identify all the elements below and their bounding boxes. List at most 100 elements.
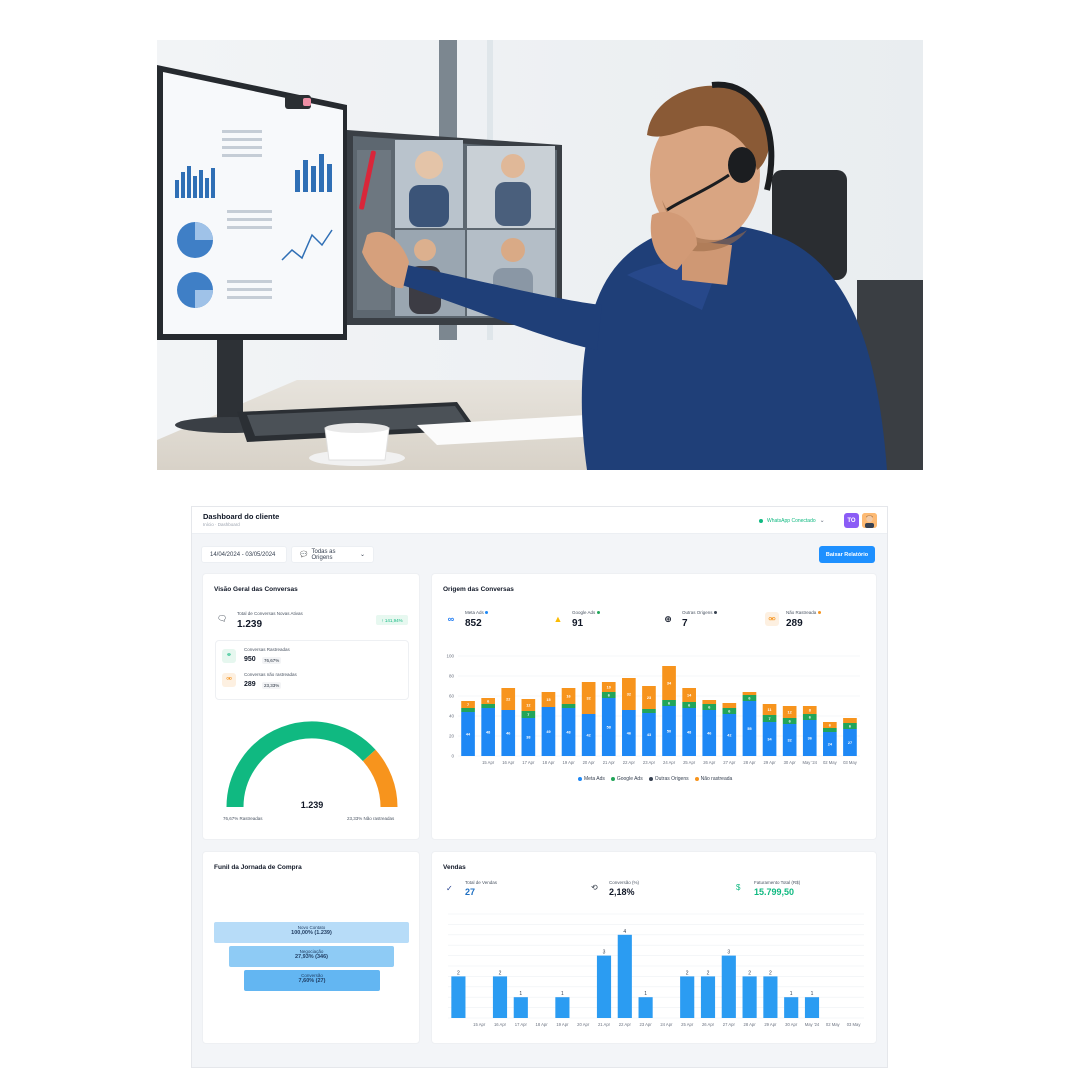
legend-swatch-icon — [648, 776, 653, 781]
chevron-down-icon: ⌄ — [819, 518, 825, 524]
bar-data-label: 6 — [708, 706, 710, 710]
x-tick-label: May '24 — [802, 760, 817, 765]
origin-label: Não Rastreada — [786, 610, 821, 615]
x-tick-label: 26 Apr — [702, 1022, 715, 1027]
origin-value: 7 — [682, 618, 688, 629]
x-tick-label: 30 Apr — [785, 1022, 798, 1027]
funnel-stage-new-contact[interactable]: Novo Contato 100,00% (1.239) — [214, 922, 409, 943]
legend-item[interactable]: Não rastreada — [694, 776, 732, 782]
globe-icon: ⊕ — [664, 614, 672, 624]
date-range-picker[interactable]: 14/04/2024 - 03/05/2024 — [201, 546, 287, 563]
revenue-label: Faturamento Total (R$) — [754, 880, 801, 885]
sales-bar — [680, 976, 695, 1018]
origin-select-value: Todas as Origens — [311, 548, 336, 561]
sales-bar — [555, 997, 570, 1018]
bar-data-label: 1 — [519, 991, 522, 997]
bar-data-label: 49 — [546, 730, 550, 734]
bar-data-label: 38 — [526, 736, 530, 740]
series-dot-icon — [817, 611, 821, 615]
gauge-tracked-arc — [226, 721, 376, 808]
bar-data-label: 6 — [829, 724, 831, 728]
legend-item[interactable]: Google Ads — [610, 776, 643, 782]
tracking-breakdown: ⚭ Conversas Rastreadas 950 76,67% ⚮ Conv… — [215, 640, 409, 700]
tracked-value: 950 — [244, 656, 256, 663]
x-tick-label: 03 May — [843, 760, 858, 765]
chat-icon: 💬 — [300, 552, 308, 558]
tracked-percentage: 76,67% — [262, 657, 282, 664]
top-bar: Dashboard do cliente Início · Dashboard … — [192, 507, 887, 534]
breadcrumb[interactable]: Início · Dashboard — [203, 522, 240, 527]
y-tick-label: 0 — [451, 754, 454, 759]
chevron-down-icon: ⌄ — [359, 552, 365, 558]
bar-data-label: 6 — [608, 694, 610, 698]
x-tick-label: 02 May — [826, 1022, 841, 1027]
x-tick-label: 26 Apr — [703, 760, 716, 765]
whatsapp-status[interactable]: WhatsApp Conectado ⌄ — [759, 517, 825, 524]
bar-data-label: 1 — [644, 991, 647, 997]
series-dot-icon — [713, 611, 717, 615]
x-tick-label: 17 Apr — [515, 1022, 528, 1027]
bar-data-label: 55 — [747, 727, 751, 731]
bar-data-label: 27 — [848, 741, 852, 745]
sales-bar — [513, 997, 528, 1018]
untracked-bar — [843, 718, 857, 723]
bar-data-label: 32 — [788, 739, 792, 743]
sales-bar — [721, 955, 736, 1018]
download-report-button[interactable]: Baixar Relatório — [819, 546, 875, 563]
avatar[interactable] — [862, 513, 877, 528]
legend-item[interactable]: Meta Ads — [578, 776, 605, 782]
bar-data-label: 2 — [707, 970, 710, 976]
x-tick-label: 19 Apr — [562, 760, 575, 765]
legend-item[interactable]: Outras Origens — [648, 776, 689, 782]
origin-label: Meta Ads — [465, 610, 489, 615]
bar-data-label: 58 — [607, 726, 611, 730]
y-tick-label: 80 — [449, 674, 455, 679]
x-tick-label: 23 Apr — [640, 1022, 653, 1027]
funnel-stage-value: 7,60% (27) — [298, 978, 326, 984]
origins-stacked-chart: 0204060801004474864622387124915481642325… — [446, 654, 860, 765]
bar-data-label: 10 — [607, 686, 611, 690]
untracked-bar — [722, 703, 737, 708]
bar-data-label: 16 — [566, 695, 570, 699]
x-tick-label: 20 Apr — [583, 760, 596, 765]
x-tick-label: 25 Apr — [681, 1022, 694, 1027]
x-tick-label: 28 Apr — [743, 760, 756, 765]
whatsapp-status-label: WhatsApp Conectado — [767, 517, 816, 524]
legend-swatch-icon — [694, 776, 699, 781]
tracked-label: Conversas Rastreadas — [244, 647, 290, 652]
total-sales-label: Total de Vendas — [465, 880, 498, 885]
bar-data-label: 6 — [688, 704, 690, 708]
sales-bar — [804, 997, 820, 1018]
legend-swatch-icon — [610, 776, 615, 781]
funnel-stage-conversion[interactable]: Conversão 7,60% (27) — [244, 970, 380, 991]
sales-bar — [763, 976, 778, 1018]
google-ads-bar — [461, 708, 475, 712]
x-tick-label: 16 Apr — [502, 760, 515, 765]
bar-data-label: 6 — [728, 710, 730, 714]
origins-title: Origem das Conversas — [443, 586, 514, 593]
y-tick-label: 60 — [449, 694, 455, 699]
x-tick-label: 27 Apr — [723, 1022, 736, 1027]
origin-value: 91 — [572, 618, 584, 629]
funnel-stage-negotiation[interactable]: Negociação 27,93% (346) — [229, 946, 394, 967]
user-initials-avatar[interactable]: TO — [844, 513, 859, 528]
unlink-icon: ⚮ — [222, 673, 236, 687]
google-ads-bar — [561, 704, 576, 708]
sales-card: Vendas ✓ Total de Vendas 27 ⟲ Conversão … — [431, 851, 877, 1044]
dashboard-screenshot: Dashboard do cliente Início · Dashboard … — [191, 506, 888, 1068]
bar-data-label: 6 — [668, 702, 670, 706]
bar-data-label: 2 — [748, 970, 751, 976]
bar-data-label: 1 — [790, 991, 793, 997]
bar-data-label: 32 — [627, 693, 631, 697]
sales-bar-chart: 2 2 1 1 3 4 1 2 2 3 2 2 1 1 15 Apr 16 Apr 17 Apr 18 Apr 19… — [448, 913, 864, 1027]
x-tick-label: 29 Apr — [764, 1022, 777, 1027]
bar-data-label: 46 — [707, 732, 711, 736]
bar-data-label: 42 — [587, 734, 591, 738]
x-tick-label: 23 Apr — [643, 760, 656, 765]
google-ads-bar — [823, 728, 837, 732]
date-range-value: 14/04/2024 - 03/05/2024 — [210, 551, 276, 558]
google-ads-bar — [642, 709, 656, 713]
bar-data-label: 22 — [506, 698, 510, 702]
origin-select[interactable]: 💬 Todas as Origens ⌄ — [291, 546, 374, 563]
origin-value: 852 — [465, 618, 482, 629]
